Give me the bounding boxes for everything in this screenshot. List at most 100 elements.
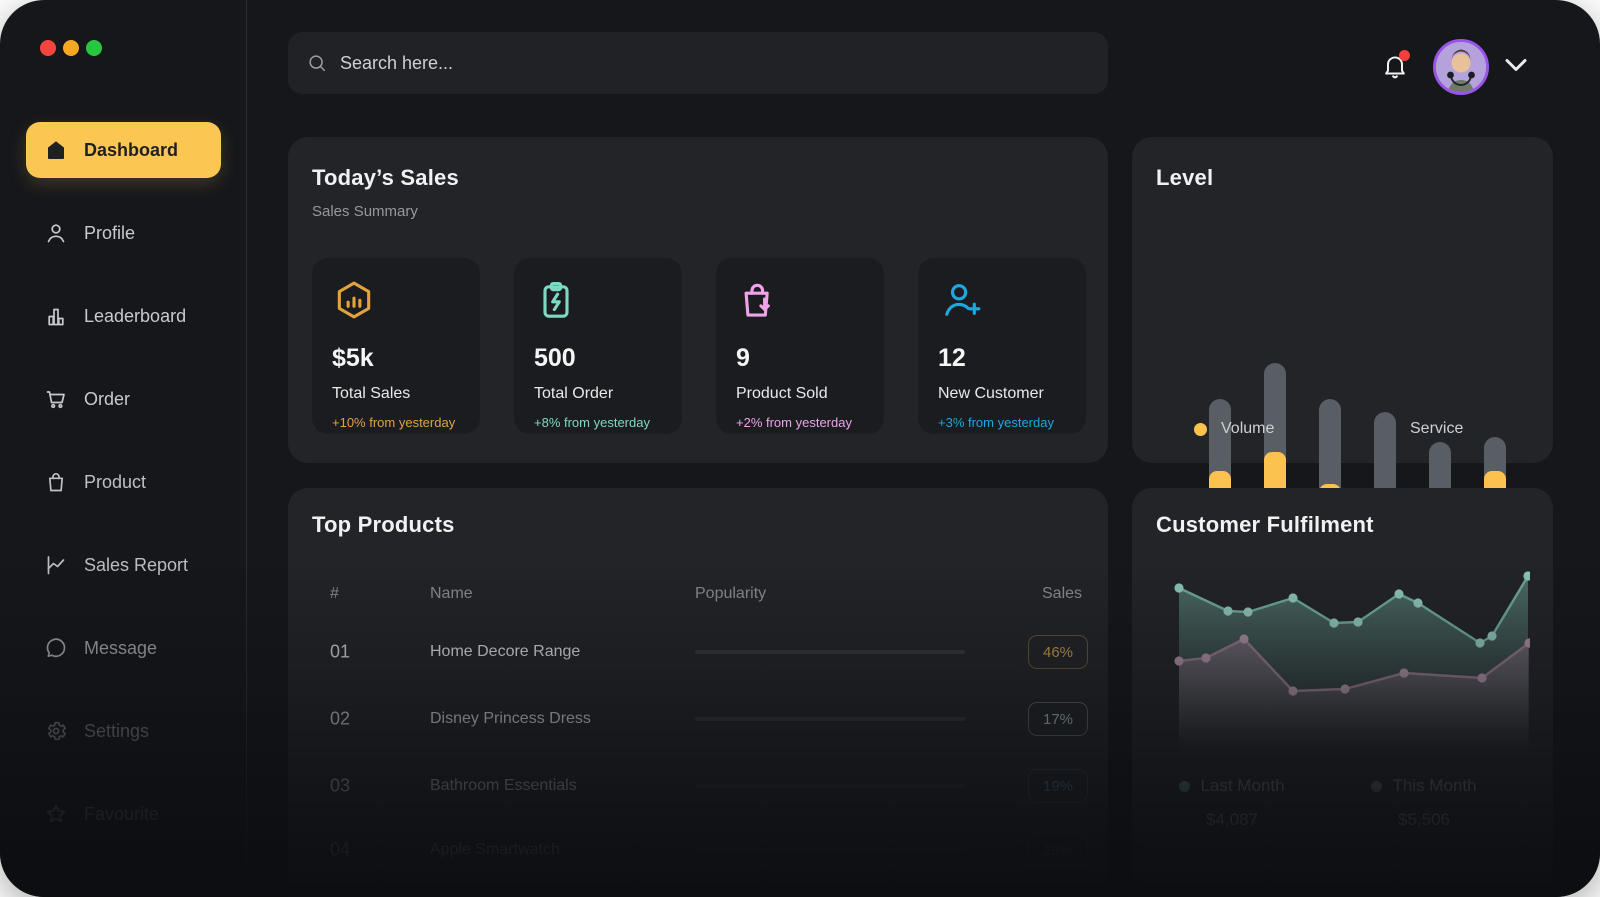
legend-label: Volume <box>1221 420 1274 438</box>
product-rank: 03 <box>330 776 350 797</box>
top-products-title: Top Products <box>312 512 1084 538</box>
legend-label: This Month <box>1392 776 1476 796</box>
notification-bell-button[interactable] <box>1381 52 1409 82</box>
top-products-card: Top Products # Name Popularity Sales 01 Home… <box>288 488 1108 897</box>
window-controls <box>40 40 102 56</box>
stat-value: 9 <box>736 344 864 373</box>
customer-fulfilment-card: Customer Fulfilment Last Month$4,087This… <box>1132 488 1553 897</box>
minimize-window-button[interactable] <box>63 40 79 56</box>
legend-service: Service <box>1383 420 1463 438</box>
sales-badge: 29% <box>1028 833 1088 867</box>
legend-dot <box>1179 781 1190 792</box>
fulfilment-chart-svg <box>1155 545 1530 775</box>
sidebar-item-message[interactable]: Message <box>26 620 221 676</box>
stat-delta: +8% from yesterday <box>534 415 662 430</box>
sidebar-item-label: Leaderboard <box>84 306 186 327</box>
sales-badge: 17% <box>1028 702 1088 736</box>
search-bar[interactable] <box>288 32 1108 94</box>
leaderboard-icon <box>44 304 68 328</box>
sidebar-item-sales-report[interactable]: Sales Report <box>26 537 221 593</box>
stat-cards: $5k Total Sales +10% from yesterday 500 Tota… <box>312 258 1086 434</box>
popularity-bar <box>695 784 965 788</box>
dashboard-app: Dashboard Profile Leaderboard Order Product S… <box>0 0 1600 897</box>
stat-delta: +10% from yesterday <box>332 415 460 430</box>
sidebar-item-label: Product <box>84 472 146 493</box>
chevron-down-icon <box>1504 58 1528 72</box>
customer-fulfilment-title: Customer Fulfilment <box>1156 512 1529 538</box>
profile-menu-chevron[interactable] <box>1504 58 1528 74</box>
stat-card-total-sales[interactable]: $5k Total Sales +10% from yesterday <box>312 258 480 434</box>
popularity-bar <box>695 650 965 654</box>
stat-delta: +2% from yesterday <box>736 415 864 430</box>
sidebar-item-label: Profile <box>84 223 135 244</box>
chart-line-icon <box>44 553 68 577</box>
column-header-sales: Sales <box>1042 585 1082 603</box>
stat-value: 500 <box>534 344 662 373</box>
column-header-num: # <box>330 585 339 603</box>
sidebar-item-label: Settings <box>84 721 149 742</box>
todays-sales-title: Today’s Sales <box>312 165 1084 191</box>
user-avatar[interactable] <box>1433 39 1489 95</box>
stat-label: Product Sold <box>736 385 864 403</box>
bag-icon <box>44 470 68 494</box>
zoom-window-button[interactable] <box>86 40 102 56</box>
legend-value: $5,506 <box>1324 810 1524 830</box>
todays-sales-card: Today’s Sales Sales Summary $5k Total Sal… <box>288 137 1108 463</box>
popularity-bar <box>695 848 965 852</box>
stat-value: 12 <box>938 344 1066 373</box>
search-icon <box>306 52 328 74</box>
clipboard-bolt-icon <box>534 278 578 322</box>
stat-card-total-order[interactable]: 500 Total Order +8% from yesterday <box>514 258 682 434</box>
star-icon <box>44 802 68 826</box>
level-card: Level Volume Service <box>1132 137 1553 463</box>
fulfilment-legend-this-month: This Month $5,506 <box>1324 776 1524 830</box>
legend-volume: Volume <box>1194 420 1274 438</box>
notification-badge <box>1399 50 1410 61</box>
sidebar: Dashboard Profile Leaderboard Order Product S… <box>0 0 247 897</box>
sidebar-item-settings[interactable]: Settings <box>26 703 221 759</box>
sidebar-item-product[interactable]: Product <box>26 454 221 510</box>
level-legend: Volume Service <box>1132 420 1553 444</box>
sidebar-item-leaderboard[interactable]: Leaderboard <box>26 288 221 344</box>
legend-dot <box>1194 423 1207 436</box>
message-icon <box>44 636 68 660</box>
sidebar-item-dashboard[interactable]: Dashboard <box>26 122 221 178</box>
legend-dot <box>1371 781 1382 792</box>
hex-chart-icon <box>332 278 376 322</box>
product-name: Bathroom Essentials <box>430 777 577 795</box>
stat-label: New Customer <box>938 385 1066 403</box>
legend-label: Last Month <box>1200 776 1284 796</box>
product-rank: 01 <box>330 642 350 663</box>
cart-icon <box>44 387 68 411</box>
sales-summary-subtitle: Sales Summary <box>312 203 1084 220</box>
bag-down-icon <box>736 278 780 322</box>
column-header-name: Name <box>430 585 473 603</box>
user-icon <box>44 221 68 245</box>
stat-label: Total Order <box>534 385 662 403</box>
sidebar-nav: Dashboard Profile Leaderboard Order Product S… <box>0 122 247 869</box>
stat-value: $5k <box>332 344 460 373</box>
sales-badge: 19% <box>1028 769 1088 803</box>
product-name: Home Decore Range <box>430 643 580 661</box>
avatar-image <box>1436 42 1486 92</box>
stat-label: Total Sales <box>332 385 460 403</box>
product-rank: 02 <box>330 709 350 730</box>
stat-card-new-customer[interactable]: 12 New Customer +3% from yesterday <box>918 258 1086 434</box>
search-input[interactable] <box>340 53 1090 74</box>
fulfilment-legend-last-month: Last Month$4,087 <box>1132 776 1332 830</box>
sidebar-item-label: Dashboard <box>84 140 178 161</box>
close-window-button[interactable] <box>40 40 56 56</box>
sidebar-item-label: Favourite <box>84 804 159 825</box>
sidebar-item-profile[interactable]: Profile <box>26 205 221 261</box>
sidebar-item-label: Message <box>84 638 157 659</box>
sales-badge: 46% <box>1028 635 1088 669</box>
sidebar-item-favourite[interactable]: Favourite <box>26 786 221 842</box>
sidebar-item-order[interactable]: Order <box>26 371 221 427</box>
stat-delta: +3% from yesterday <box>938 415 1066 430</box>
column-header-popularity: Popularity <box>695 585 766 603</box>
stat-card-product-sold[interactable]: 9 Product Sold +2% from yesterday <box>716 258 884 434</box>
level-title: Level <box>1156 165 1529 191</box>
legend-label: Service <box>1410 420 1463 438</box>
product-name: Disney Princess Dress <box>430 710 591 728</box>
sidebar-item-label: Sales Report <box>84 555 188 576</box>
